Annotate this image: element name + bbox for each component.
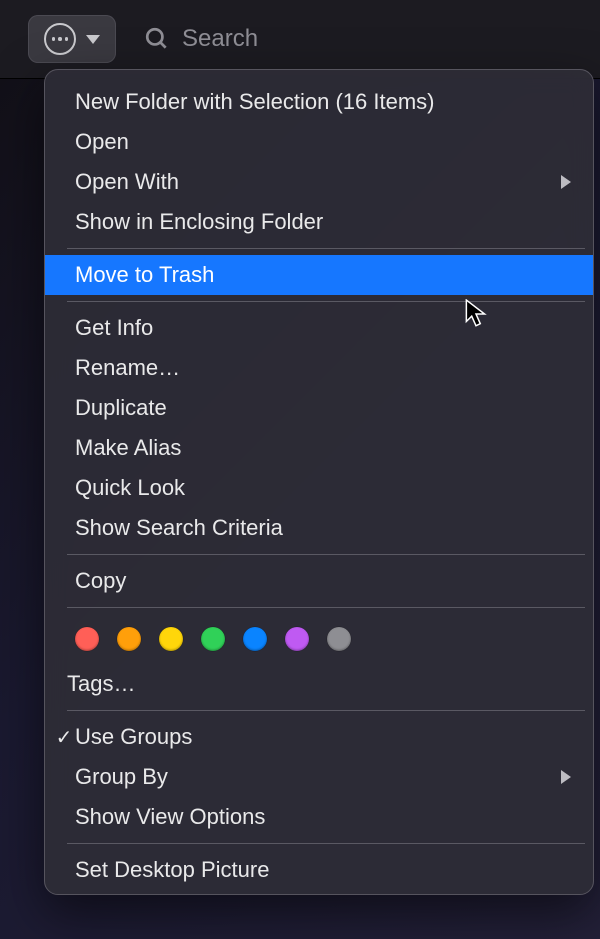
tag-color-row <box>45 614 593 664</box>
menu-tags[interactable]: Tags… <box>45 664 593 704</box>
menu-separator <box>67 843 585 844</box>
menu-show-view-options[interactable]: Show View Options <box>45 797 593 837</box>
tag-yellow[interactable] <box>159 627 183 651</box>
context-menu: New Folder with Selection (16 Items) Ope… <box>44 69 594 895</box>
tag-purple[interactable] <box>285 627 309 651</box>
search-placeholder: Search <box>182 25 258 53</box>
search-icon <box>144 26 170 52</box>
menu-copy[interactable]: Copy <box>45 561 593 601</box>
menu-quick-look[interactable]: Quick Look <box>45 468 593 508</box>
menu-duplicate[interactable]: Duplicate <box>45 388 593 428</box>
menu-open-with[interactable]: Open With <box>45 162 593 202</box>
menu-separator <box>67 710 585 711</box>
content-area: New Folder with Selection (16 Items) Ope… <box>0 78 600 939</box>
tag-red[interactable] <box>75 627 99 651</box>
menu-open[interactable]: Open <box>45 122 593 162</box>
menu-make-alias[interactable]: Make Alias <box>45 428 593 468</box>
menu-new-folder-selection[interactable]: New Folder with Selection (16 Items) <box>45 82 593 122</box>
menu-separator <box>67 607 585 608</box>
tag-green[interactable] <box>201 627 225 651</box>
tag-gray[interactable] <box>327 627 351 651</box>
chevron-down-icon <box>86 35 100 44</box>
toolbar: Search <box>0 0 600 78</box>
tag-orange[interactable] <box>117 627 141 651</box>
menu-move-to-trash[interactable]: Move to Trash <box>45 255 593 295</box>
menu-separator <box>67 248 585 249</box>
tag-blue[interactable] <box>243 627 267 651</box>
menu-rename[interactable]: Rename… <box>45 348 593 388</box>
menu-get-info[interactable]: Get Info <box>45 308 593 348</box>
menu-show-search-criteria[interactable]: Show Search Criteria <box>45 508 593 548</box>
menu-separator <box>67 301 585 302</box>
menu-group-by[interactable]: Group By <box>45 757 593 797</box>
actions-button[interactable] <box>28 15 116 63</box>
menu-separator <box>67 554 585 555</box>
more-ellipsis-icon <box>44 23 76 55</box>
menu-set-desktop-picture[interactable]: Set Desktop Picture <box>45 850 593 890</box>
menu-show-enclosing-folder[interactable]: Show in Enclosing Folder <box>45 202 593 242</box>
search-field[interactable]: Search <box>144 25 572 53</box>
menu-use-groups[interactable]: Use Groups <box>45 717 593 757</box>
